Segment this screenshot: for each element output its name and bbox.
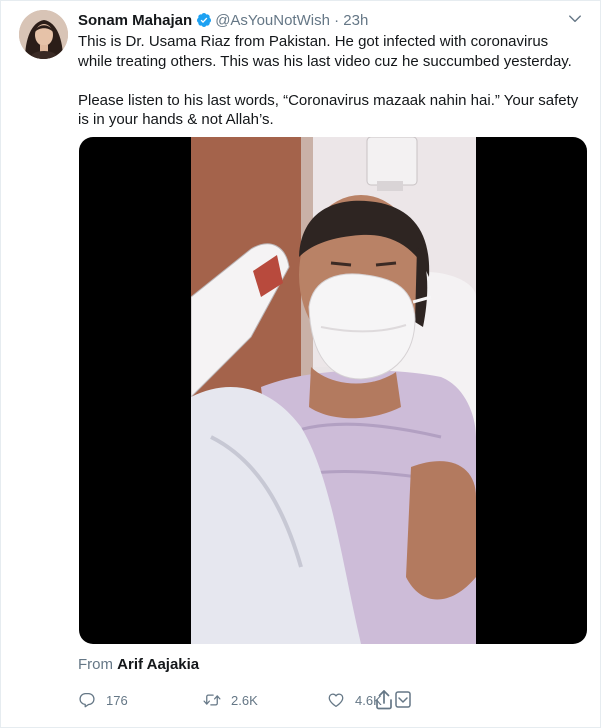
video-player[interactable] xyxy=(79,137,587,644)
attribution-prefix: From xyxy=(78,656,113,673)
retweet-button[interactable]: 2.6K xyxy=(203,689,258,711)
tweet-timestamp[interactable]: 23h xyxy=(343,12,368,29)
verified-badge-icon xyxy=(197,13,212,27)
tweet[interactable]: Sonam Mahajan @AsYouNotWish · 23h This is… xyxy=(0,0,601,728)
tweet-text: This is Dr. Usama Riaz from Pakistan. He… xyxy=(78,32,586,130)
share-icon[interactable] xyxy=(374,689,412,711)
separator-dot: · xyxy=(334,12,340,29)
avatar-image xyxy=(19,10,68,59)
author-handle[interactable]: @AsYouNotWish xyxy=(215,12,330,29)
tweet-paragraph-2: Please listen to his last words, “Corona… xyxy=(78,91,579,129)
tweet-header: Sonam Mahajan @AsYouNotWish · 23h xyxy=(78,11,580,31)
retweet-count: 2.6K xyxy=(231,692,258,708)
reply-count: 176 xyxy=(106,692,128,708)
tweet-paragraph-1: This is Dr. Usama Riaz from Pakistan. He… xyxy=(78,33,572,70)
avatar[interactable] xyxy=(19,10,68,59)
chevron-down-icon[interactable] xyxy=(568,12,582,26)
tweet-actions: 176 2.6K 4.6K xyxy=(78,689,498,711)
video-frame xyxy=(191,137,476,644)
reply-button[interactable]: 176 xyxy=(78,689,128,711)
retweet-icon xyxy=(203,694,221,706)
author-name[interactable]: Sonam Mahajan xyxy=(78,12,192,29)
video-attribution: From Arif Aajakia xyxy=(78,656,199,674)
heart-icon xyxy=(328,693,344,708)
attribution-source-link[interactable]: Arif Aajakia xyxy=(117,656,199,673)
reply-icon xyxy=(79,692,95,708)
